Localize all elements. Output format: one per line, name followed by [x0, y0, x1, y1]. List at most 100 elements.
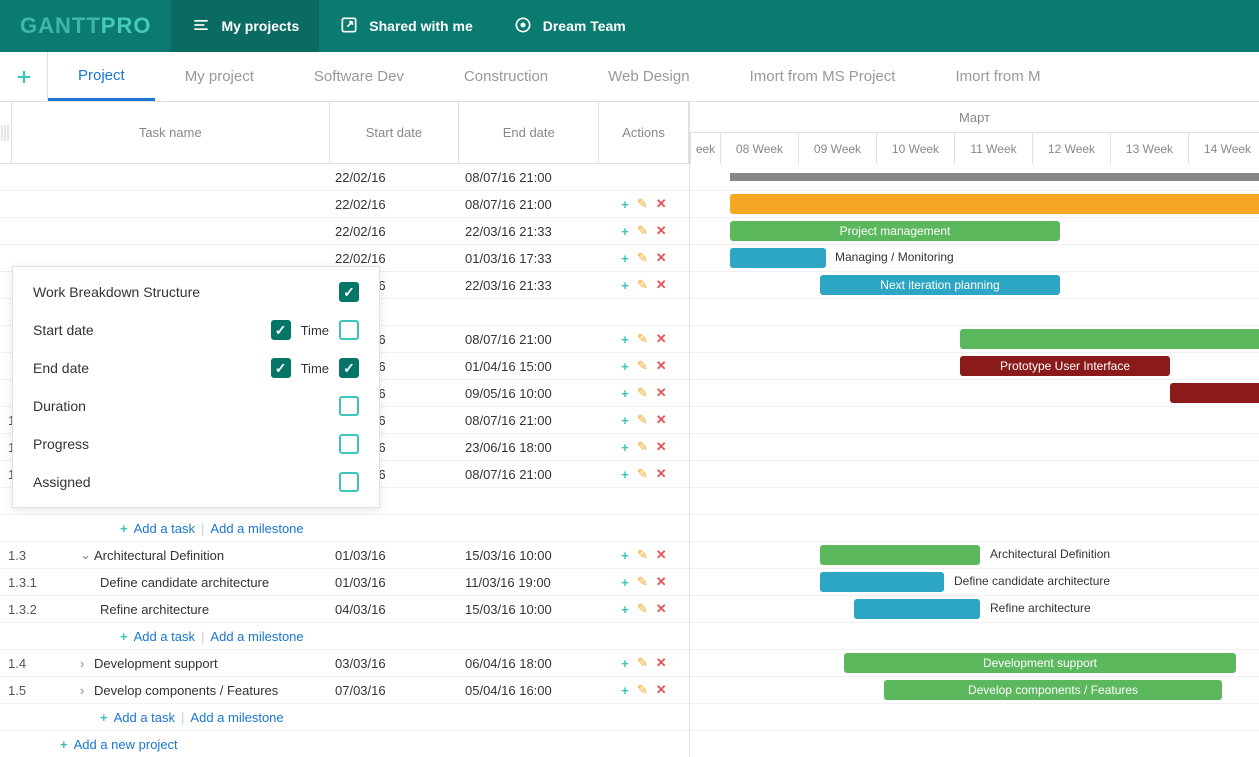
- task-row[interactable]: 1.3.1Define candidate architecture01/03/…: [0, 569, 689, 596]
- delete-icon[interactable]: ✕: [656, 358, 667, 374]
- end-date-cell[interactable]: 01/04/16 15:00: [459, 359, 599, 374]
- gantt-bar[interactable]: Development support: [844, 653, 1236, 673]
- end-date-cell[interactable]: 22/03/16 21:33: [459, 278, 599, 293]
- delete-icon[interactable]: ✕: [656, 466, 667, 482]
- add-milestone-link[interactable]: Add a milestone: [210, 521, 303, 536]
- end-date-cell[interactable]: 15/03/16 10:00: [459, 602, 599, 617]
- start-date-cell[interactable]: 01/03/16: [329, 575, 459, 590]
- task-name-cell[interactable]: › Develop components / Features: [60, 683, 329, 698]
- col-header-start[interactable]: Start date: [330, 102, 460, 163]
- col-header-end[interactable]: End date: [459, 102, 599, 163]
- tab-imort-from-ms-project[interactable]: Imort from MS Project: [720, 52, 926, 101]
- nav-share[interactable]: Shared with me: [319, 0, 492, 52]
- edit-icon[interactable]: ✎: [637, 439, 648, 455]
- add-tab-button[interactable]: [0, 52, 48, 101]
- delete-icon[interactable]: ✕: [656, 277, 667, 293]
- edit-icon[interactable]: ✎: [637, 466, 648, 482]
- nav-menu[interactable]: My projects: [171, 0, 319, 52]
- tab-software-dev[interactable]: Software Dev: [284, 52, 434, 101]
- task-name-cell[interactable]: ⌄ Architectural Definition: [60, 547, 329, 563]
- delete-icon[interactable]: ✕: [656, 385, 667, 401]
- gantt-bar[interactable]: Develop components / Features: [884, 680, 1222, 700]
- add-child-icon[interactable]: +: [621, 251, 629, 266]
- add-child-icon[interactable]: +: [621, 656, 629, 671]
- delete-icon[interactable]: ✕: [656, 250, 667, 266]
- column-checkbox[interactable]: [271, 358, 291, 378]
- chevron-right-icon[interactable]: ›: [80, 656, 94, 671]
- end-date-cell[interactable]: 05/04/16 16:00: [459, 683, 599, 698]
- gantt-bar[interactable]: [854, 599, 980, 619]
- task-name-cell[interactable]: Refine architecture: [60, 602, 329, 617]
- add-child-icon[interactable]: +: [621, 683, 629, 698]
- start-date-cell[interactable]: 03/03/16: [329, 656, 459, 671]
- start-date-cell[interactable]: 07/03/16: [329, 683, 459, 698]
- column-checkbox[interactable]: [271, 320, 291, 340]
- task-name-cell[interactable]: › Development support: [60, 656, 329, 671]
- gantt-bar[interactable]: [730, 248, 826, 268]
- add-child-icon[interactable]: +: [621, 386, 629, 401]
- task-row[interactable]: 22/02/1608/07/16 21:00: [0, 164, 689, 191]
- end-date-cell[interactable]: 08/07/16 21:00: [459, 467, 599, 482]
- tab-web-design[interactable]: Web Design: [578, 52, 719, 101]
- tab-project[interactable]: Project: [48, 52, 155, 101]
- edit-icon[interactable]: ✎: [637, 412, 648, 428]
- edit-icon[interactable]: ✎: [637, 196, 648, 212]
- add-child-icon[interactable]: +: [621, 467, 629, 482]
- add-task-link[interactable]: Add a task: [134, 521, 195, 536]
- tab-construction[interactable]: Construction: [434, 52, 578, 101]
- edit-icon[interactable]: ✎: [637, 277, 648, 293]
- edit-icon[interactable]: ✎: [637, 250, 648, 266]
- task-row[interactable]: 1.4› Development support03/03/1606/04/16…: [0, 650, 689, 677]
- start-date-cell[interactable]: 04/03/16: [329, 602, 459, 617]
- gantt-bar[interactable]: [730, 173, 1259, 181]
- add-child-icon[interactable]: +: [621, 413, 629, 428]
- gantt-bar[interactable]: Next iteration planning: [820, 275, 1060, 295]
- edit-icon[interactable]: ✎: [637, 601, 648, 617]
- add-child-icon[interactable]: +: [621, 440, 629, 455]
- end-date-cell[interactable]: 06/04/16 18:00: [459, 656, 599, 671]
- delete-icon[interactable]: ✕: [656, 682, 667, 698]
- delete-icon[interactable]: ✕: [656, 223, 667, 239]
- add-task-link[interactable]: Add a task: [134, 629, 195, 644]
- delete-icon[interactable]: ✕: [656, 196, 667, 212]
- chevron-down-icon[interactable]: ⌄: [80, 547, 94, 563]
- add-child-icon[interactable]: +: [621, 224, 629, 239]
- tab-my-project[interactable]: My project: [155, 52, 284, 101]
- end-date-cell[interactable]: 09/05/16 10:00: [459, 386, 599, 401]
- gantt-bar[interactable]: [960, 329, 1259, 349]
- end-date-cell[interactable]: 11/03/16 19:00: [459, 575, 599, 590]
- end-date-cell[interactable]: 08/07/16 21:00: [459, 170, 599, 185]
- column-checkbox[interactable]: [339, 282, 359, 302]
- add-child-icon[interactable]: +: [621, 278, 629, 293]
- end-date-cell[interactable]: 15/03/16 10:00: [459, 548, 599, 563]
- start-date-cell[interactable]: 22/02/16: [329, 224, 459, 239]
- start-date-cell[interactable]: 01/03/16: [329, 548, 459, 563]
- task-row[interactable]: 22/02/1608/07/16 21:00+✎✕: [0, 191, 689, 218]
- end-date-cell[interactable]: 08/07/16 21:00: [459, 197, 599, 212]
- end-date-cell[interactable]: 23/06/16 18:00: [459, 440, 599, 455]
- edit-icon[interactable]: ✎: [637, 331, 648, 347]
- tab-imort-from-m[interactable]: Imort from M: [925, 52, 1070, 101]
- start-date-cell[interactable]: 22/02/16: [329, 170, 459, 185]
- task-name-cell[interactable]: Define candidate architecture: [60, 575, 329, 590]
- edit-icon[interactable]: ✎: [637, 655, 648, 671]
- add-child-icon[interactable]: +: [621, 332, 629, 347]
- delete-icon[interactable]: ✕: [656, 547, 667, 563]
- add-task-link[interactable]: Add a task: [114, 710, 175, 725]
- gantt-bar[interactable]: Project management: [730, 221, 1060, 241]
- add-project-link[interactable]: Add a new project: [74, 737, 178, 752]
- nav-target[interactable]: Dream Team: [493, 0, 646, 52]
- edit-icon[interactable]: ✎: [637, 547, 648, 563]
- add-child-icon[interactable]: +: [621, 548, 629, 563]
- end-date-cell[interactable]: 01/03/16 17:33: [459, 251, 599, 266]
- task-row[interactable]: 1.5› Develop components / Features07/03/…: [0, 677, 689, 704]
- delete-icon[interactable]: ✕: [656, 655, 667, 671]
- add-milestone-link[interactable]: Add a milestone: [210, 629, 303, 644]
- column-checkbox[interactable]: [339, 434, 359, 454]
- start-date-cell[interactable]: 22/02/16: [329, 251, 459, 266]
- delete-icon[interactable]: ✕: [656, 574, 667, 590]
- delete-icon[interactable]: ✕: [656, 412, 667, 428]
- edit-icon[interactable]: ✎: [637, 385, 648, 401]
- time-checkbox[interactable]: [339, 358, 359, 378]
- task-row[interactable]: 22/02/1622/03/16 21:33+✎✕: [0, 218, 689, 245]
